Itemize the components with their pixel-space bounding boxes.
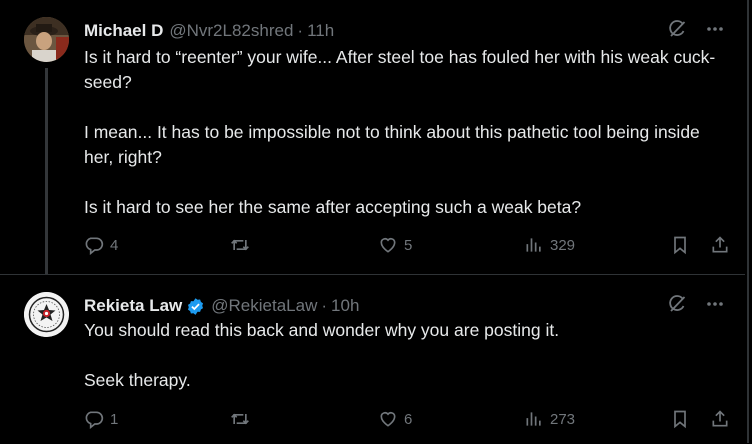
tweet-header: Rekieta Law @RekietaLaw · 10h <box>84 295 359 317</box>
bookmark-icon <box>674 410 686 429</box>
display-name[interactable]: Rekieta Law <box>84 295 182 317</box>
user-handle[interactable]: @RekietaLaw <box>211 295 317 317</box>
thread-line <box>45 68 48 274</box>
bookmark-icon <box>674 236 686 255</box>
reply-button[interactable]: 1 <box>84 409 118 429</box>
more-icon[interactable] <box>705 19 725 39</box>
repost-icon <box>231 413 249 425</box>
reply-icon <box>85 237 104 255</box>
user-handle[interactable]: @Nvr2L82shred <box>169 20 293 42</box>
avatar[interactable] <box>24 17 69 62</box>
grok-icon[interactable] <box>667 19 687 39</box>
separator: · <box>297 21 304 40</box>
tweet-actions: 4 5 329 <box>84 235 730 259</box>
repost-button[interactable] <box>230 409 256 429</box>
reply-count: 1 <box>110 410 119 428</box>
share-button[interactable] <box>710 235 730 255</box>
like-count: 6 <box>404 410 413 428</box>
tweet-paragraph: Seek therapy. <box>84 370 191 390</box>
share-button[interactable] <box>710 409 730 429</box>
tweet-text: You should read this back and wonder why… <box>84 318 724 393</box>
like-count: 5 <box>404 236 413 254</box>
tweet-paragraph: Is it hard to see her the same after acc… <box>84 197 582 217</box>
tweet-actions: 1 6 273 <box>84 409 730 433</box>
more-icon[interactable] <box>705 294 725 314</box>
tweet-paragraph: You should read this back and wonder why… <box>84 320 560 340</box>
like-button[interactable]: 6 <box>378 409 412 429</box>
display-name[interactable]: Michael D <box>84 20 163 42</box>
tweet[interactable]: Rekieta Law @RekietaLaw · 10h You should… <box>0 274 745 444</box>
share-icon <box>712 410 728 427</box>
tweet-header: Michael D @Nvr2L82shred · 11h <box>84 20 334 42</box>
tweet-paragraph: Is it hard to “reenter” your wife... Aft… <box>84 47 716 92</box>
conversation-panel: Michael D @Nvr2L82shred · 11h Is it hard… <box>0 0 749 443</box>
tweet-text: Is it hard to “reenter” your wife... Aft… <box>84 45 724 220</box>
views-icon <box>526 238 541 252</box>
views-button[interactable]: 273 <box>524 409 575 429</box>
reply-icon <box>85 411 104 429</box>
bookmark-button[interactable] <box>670 235 690 255</box>
view-count: 273 <box>550 410 576 428</box>
like-icon <box>380 237 396 253</box>
repost-button[interactable] <box>230 235 256 255</box>
repost-icon <box>231 239 249 251</box>
tweet-paragraph: I mean... It has to be impossible not to… <box>84 122 700 167</box>
avatar[interactable] <box>24 292 69 337</box>
like-icon <box>380 411 396 427</box>
timestamp[interactable]: 11h <box>307 20 334 42</box>
share-icon <box>712 236 728 253</box>
tweet[interactable]: Michael D @Nvr2L82shred · 11h Is it hard… <box>0 0 745 274</box>
reply-count: 4 <box>110 236 119 254</box>
views-icon <box>526 412 541 426</box>
like-button[interactable]: 5 <box>378 235 412 255</box>
separator: · <box>321 296 328 315</box>
grok-icon[interactable] <box>667 294 687 314</box>
tweet-top-actions <box>667 19 725 39</box>
bookmark-button[interactable] <box>670 409 690 429</box>
views-button[interactable]: 329 <box>524 235 575 255</box>
view-count: 329 <box>550 236 576 254</box>
verified-badge-icon <box>186 297 205 316</box>
tweet-top-actions <box>667 294 725 314</box>
timestamp[interactable]: 10h <box>331 295 359 317</box>
reply-button[interactable]: 4 <box>84 235 118 255</box>
